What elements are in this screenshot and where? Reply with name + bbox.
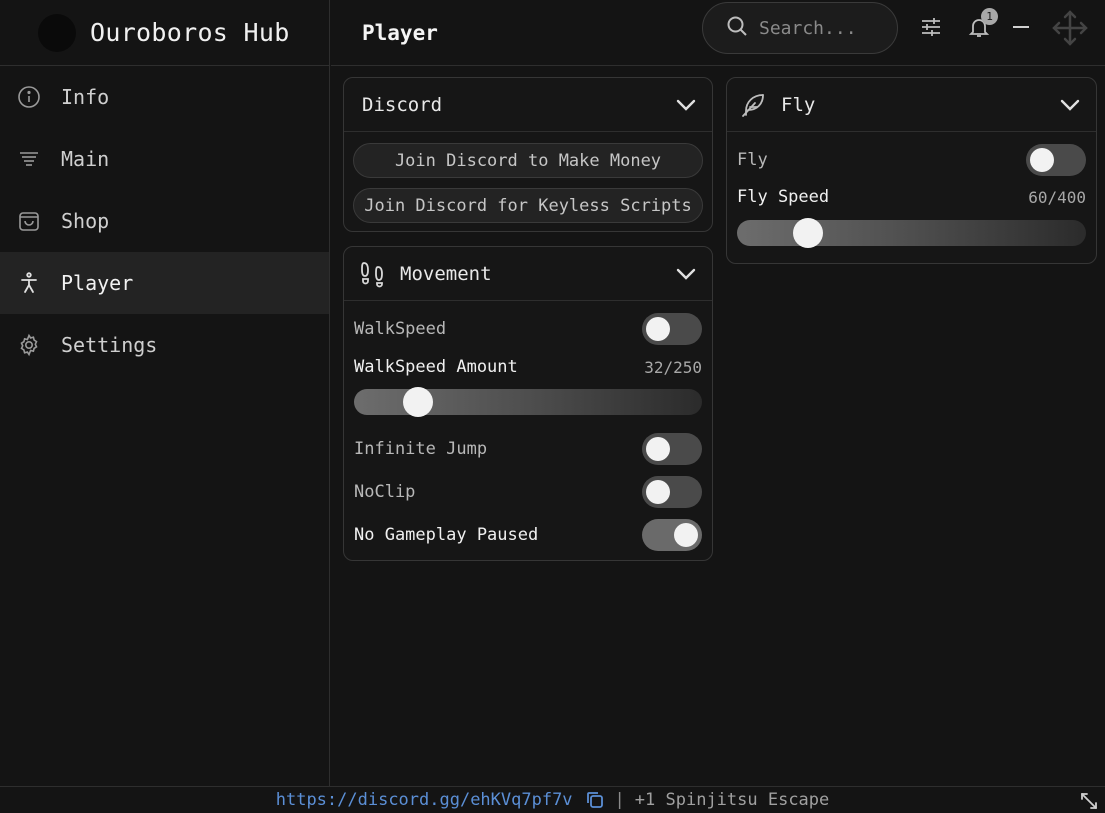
- noclip-row: NoClip: [354, 476, 702, 508]
- noclip-toggle[interactable]: [642, 476, 702, 508]
- footer-note: +1 Spinjitsu Escape: [634, 790, 830, 810]
- discord-invite-link[interactable]: https://discord.gg/ehKVq7pf7v: [276, 790, 573, 810]
- no-gameplay-paused-toggle[interactable]: [642, 519, 702, 551]
- join-discord-keyless-button[interactable]: Join Discord for Keyless Scripts: [353, 188, 703, 223]
- move-drag-icon[interactable]: [1050, 8, 1090, 48]
- info-icon: [16, 84, 42, 110]
- sidebar-item-label: Info: [61, 85, 110, 109]
- slider-thumb[interactable]: [792, 218, 823, 248]
- sidebar: Ouroboros Hub Info Main Shop Player Sett…: [0, 0, 330, 786]
- sidebar-item-player[interactable]: Player: [0, 252, 329, 314]
- sidebar-nav: Info Main Shop Player Settings: [0, 66, 329, 376]
- person-icon: [16, 270, 42, 296]
- gear-icon: [16, 332, 42, 358]
- discord-card-header[interactable]: Discord: [344, 78, 712, 132]
- discord-card: Discord Join Discord to Make Money Join …: [343, 77, 713, 232]
- toggle-knob: [1030, 148, 1054, 172]
- noclip-label: NoClip: [354, 482, 416, 502]
- bag-icon: [16, 208, 42, 234]
- card-title: Fly: [781, 93, 816, 116]
- infinite-jump-row: Infinite Jump: [354, 433, 702, 465]
- sidebar-item-label: Player: [61, 271, 134, 295]
- bell-icon[interactable]: 1: [966, 8, 998, 40]
- movement-card: Movement WalkSpeed WalkSpeed Amount 32/2…: [343, 246, 713, 561]
- sidebar-item-info[interactable]: Info: [0, 66, 329, 128]
- feather-icon: [739, 91, 767, 119]
- fly-row: Fly: [737, 144, 1086, 176]
- fly-speed-value: 60/400: [1028, 187, 1086, 207]
- walkspeed-toggle[interactable]: [642, 313, 702, 345]
- chevron-down-icon[interactable]: [674, 262, 698, 286]
- join-discord-money-button[interactable]: Join Discord to Make Money: [353, 143, 703, 178]
- notification-badge: 1: [981, 8, 998, 25]
- fly-toggle[interactable]: [1026, 144, 1086, 176]
- movement-card-header[interactable]: Movement: [344, 247, 712, 301]
- footer-separator: |: [614, 790, 625, 810]
- page-title: Player: [362, 20, 438, 45]
- search-box[interactable]: [702, 2, 898, 54]
- footprints-icon: [358, 260, 386, 288]
- infinite-jump-label: Infinite Jump: [354, 439, 488, 459]
- fly-label: Fly: [737, 150, 768, 170]
- walkspeed-amount-row: WalkSpeed Amount 32/250: [354, 357, 702, 377]
- walkspeed-amount-label: WalkSpeed Amount: [354, 357, 518, 377]
- no-gameplay-paused-row: No Gameplay Paused: [354, 519, 702, 551]
- fly-card-header[interactable]: Fly: [727, 78, 1096, 132]
- chevron-down-icon[interactable]: [674, 93, 698, 117]
- minimize-icon[interactable]: [1008, 14, 1034, 40]
- search-icon: [725, 14, 749, 42]
- toggle-knob: [646, 480, 670, 504]
- list-icon: [16, 146, 42, 172]
- fly-speed-slider[interactable]: [737, 218, 1086, 248]
- toggle-knob: [646, 437, 670, 461]
- fly-card: Fly Fly Fly Speed 60/400: [726, 77, 1097, 264]
- hub-logo-icon: [38, 13, 76, 52]
- fly-speed-label: Fly Speed: [737, 187, 830, 207]
- walkspeed-label: WalkSpeed: [354, 319, 447, 339]
- infinite-jump-toggle[interactable]: [642, 433, 702, 465]
- walkspeed-amount-value: 32/250: [644, 357, 702, 377]
- chevron-down-icon[interactable]: [1058, 93, 1082, 117]
- fly-speed-row: Fly Speed 60/400: [737, 187, 1086, 207]
- sidebar-item-settings[interactable]: Settings: [0, 314, 329, 376]
- app-window: Ouroboros Hub Info Main Shop Player Sett…: [0, 0, 1105, 813]
- sidebar-item-main[interactable]: Main: [0, 128, 329, 190]
- walkspeed-row: WalkSpeed: [354, 313, 702, 345]
- sidebar-item-label: Settings: [61, 333, 158, 357]
- walkspeed-amount-slider[interactable]: [354, 387, 702, 417]
- sidebar-item-label: Shop: [61, 209, 110, 233]
- no-gameplay-paused-label: No Gameplay Paused: [354, 525, 539, 545]
- card-title: Movement: [400, 262, 492, 285]
- toggle-knob: [674, 523, 698, 547]
- footer-bar: https://discord.gg/ehKVq7pf7v | +1 Spinj…: [0, 786, 1105, 813]
- sidebar-item-label: Main: [61, 147, 110, 171]
- slider-thumb[interactable]: [402, 387, 433, 417]
- copy-icon[interactable]: [585, 790, 605, 810]
- header: Player 1: [331, 0, 1105, 66]
- card-title: Discord: [362, 93, 443, 116]
- toggle-knob: [646, 317, 670, 341]
- sidebar-item-shop[interactable]: Shop: [0, 190, 329, 252]
- app-title: Ouroboros Hub: [90, 18, 290, 47]
- brand: Ouroboros Hub: [0, 0, 329, 66]
- filter-sliders-icon[interactable]: [918, 14, 944, 40]
- resize-handle-icon[interactable]: [1079, 791, 1099, 811]
- search-input[interactable]: [759, 17, 889, 39]
